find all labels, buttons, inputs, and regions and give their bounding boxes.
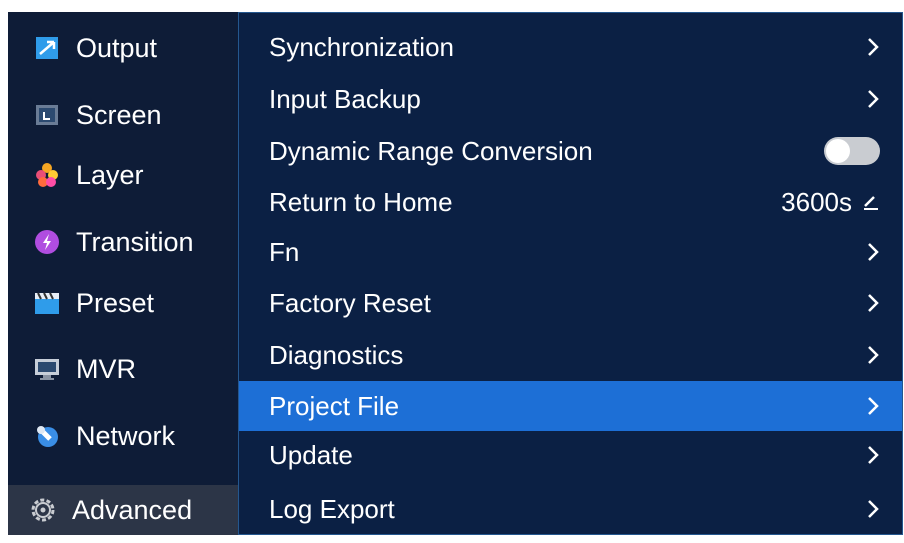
chevron-right-icon xyxy=(866,35,880,59)
menu-item-dynamic-range-conversion: Dynamic Range Conversion xyxy=(239,127,902,175)
chevron-right-icon xyxy=(866,443,880,467)
preset-icon xyxy=(34,290,60,316)
menu-item-label: Project File xyxy=(269,390,400,421)
chevron-right-icon xyxy=(866,497,880,521)
menu-item-label: Synchronization xyxy=(269,31,454,62)
return-to-home-value-text: 3600s xyxy=(781,186,852,217)
layer-icon xyxy=(34,162,60,188)
advanced-menu-panel: Synchronization Input Backup Dynamic Ran… xyxy=(238,12,903,535)
sidebar-item-label: Layer xyxy=(76,159,144,190)
sidebar-item-label: Screen xyxy=(76,99,162,130)
menu-item-label: Input Backup xyxy=(269,83,421,114)
edit-icon[interactable] xyxy=(862,187,880,218)
menu-item-label: Diagnostics xyxy=(269,339,404,370)
sidebar: Output Screen Layer Transition Preset MV… xyxy=(8,12,238,535)
chevron-right-icon xyxy=(866,291,880,315)
menu-item-diagnostics[interactable]: Diagnostics xyxy=(239,331,902,379)
menu-item-label: Dynamic Range Conversion xyxy=(269,135,593,166)
sidebar-item-label: Network xyxy=(76,420,176,451)
sidebar-item-mvr[interactable]: MVR xyxy=(8,344,238,394)
menu-item-factory-reset[interactable]: Factory Reset xyxy=(239,279,902,327)
sidebar-item-label: Preset xyxy=(76,287,155,318)
menu-item-update[interactable]: Update xyxy=(239,431,902,479)
sidebar-item-label: Advanced xyxy=(72,494,193,525)
menu-item-label: Update xyxy=(269,439,353,470)
menu-item-synchronization[interactable]: Synchronization xyxy=(239,23,902,71)
gear-icon xyxy=(30,497,56,523)
sidebar-item-layer[interactable]: Layer xyxy=(8,150,238,200)
sidebar-item-transition[interactable]: Transition xyxy=(8,217,238,267)
menu-item-project-file[interactable]: Project File xyxy=(239,381,902,431)
dynamic-range-toggle[interactable] xyxy=(824,137,880,165)
sidebar-item-network[interactable]: Network xyxy=(8,411,238,461)
menu-item-return-to-home[interactable]: Return to Home 3600s xyxy=(239,178,902,226)
sidebar-item-advanced[interactable]: Advanced xyxy=(8,485,238,535)
menu-item-label: Factory Reset xyxy=(269,287,431,318)
toggle-knob xyxy=(826,139,850,163)
menu-item-log-export[interactable]: Log Export xyxy=(239,485,902,533)
sidebar-item-screen[interactable]: Screen xyxy=(8,90,238,140)
sidebar-item-label: Transition xyxy=(76,226,194,257)
return-to-home-value: 3600s xyxy=(781,187,880,218)
chevron-right-icon xyxy=(866,343,880,367)
menu-item-label: Fn xyxy=(269,236,300,267)
chevron-right-icon xyxy=(866,240,880,264)
sidebar-item-label: MVR xyxy=(76,353,136,384)
chevron-right-icon xyxy=(866,394,880,418)
screen-icon xyxy=(34,102,60,128)
transition-icon xyxy=(34,229,60,255)
menu-item-fn[interactable]: Fn xyxy=(239,228,902,276)
sidebar-item-label: Output xyxy=(76,32,158,63)
sidebar-item-preset[interactable]: Preset xyxy=(8,278,238,328)
chevron-right-icon xyxy=(866,87,880,111)
menu-item-label: Log Export xyxy=(269,493,395,524)
mvr-icon xyxy=(34,356,60,382)
app-window: Output Screen Layer Transition Preset MV… xyxy=(8,12,903,535)
menu-item-label: Return to Home xyxy=(269,186,453,217)
sidebar-item-output[interactable]: Output xyxy=(8,23,238,73)
output-icon xyxy=(34,35,60,61)
network-icon xyxy=(34,423,60,449)
menu-item-input-backup[interactable]: Input Backup xyxy=(239,75,902,123)
